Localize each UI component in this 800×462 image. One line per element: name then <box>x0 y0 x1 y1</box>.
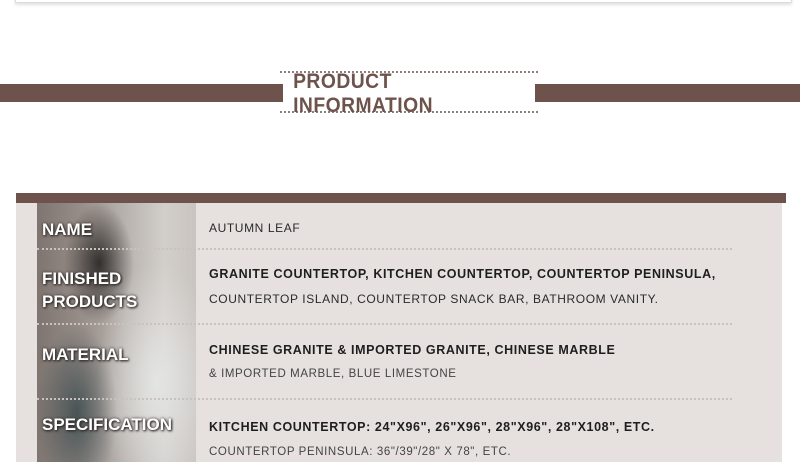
section-title: PRODUCT INFORMATION <box>293 70 434 117</box>
row-value-specification-line-1: KITCHEN COUNTERTOP: 24"X96", 26"X96", 28… <box>209 420 655 434</box>
row-value-finished-products-line-2: COUNTERTOP ISLAND, COUNTERTOP SNACK BAR,… <box>209 292 659 306</box>
row-separator <box>37 398 732 400</box>
row-value-material-line-1: CHINESE GRANITE & IMPORTED GRANITE, CHIN… <box>209 343 616 357</box>
table-top-bar <box>16 193 786 203</box>
row-label-finished-products: FINISHED PRODUCTS <box>42 267 137 313</box>
row-separator <box>37 248 732 250</box>
row-label-line: PRODUCTS <box>42 292 138 311</box>
row-label-material: MATERIAL <box>42 343 129 366</box>
row-label-specification: SPECIFICATION <box>42 413 172 436</box>
row-value-finished-products-line-1: GRANITE COUNTERTOP, KITCHEN COUNTERTOP, … <box>209 267 716 281</box>
row-label-name: NAME <box>42 218 92 241</box>
row-label-line: FINISHED <box>42 269 122 288</box>
row-value-specification-line-2: COUNTERTOP PENINSULA: 36"/39"/28" X 78",… <box>209 446 512 458</box>
row-label-line: NAME <box>42 220 93 239</box>
row-separator <box>37 323 732 325</box>
row-value-material-line-2: & IMPORTED MARBLE, BLUE LIMESTONE <box>209 368 457 380</box>
row-value-name: AUTUMN LEAF <box>209 221 301 235</box>
row-label-line: SPECIFICATION <box>42 415 173 434</box>
banner-title-box: PRODUCT INFORMATION <box>283 70 535 117</box>
previous-section-card <box>15 0 792 3</box>
row-label-line: MATERIAL <box>42 345 129 364</box>
